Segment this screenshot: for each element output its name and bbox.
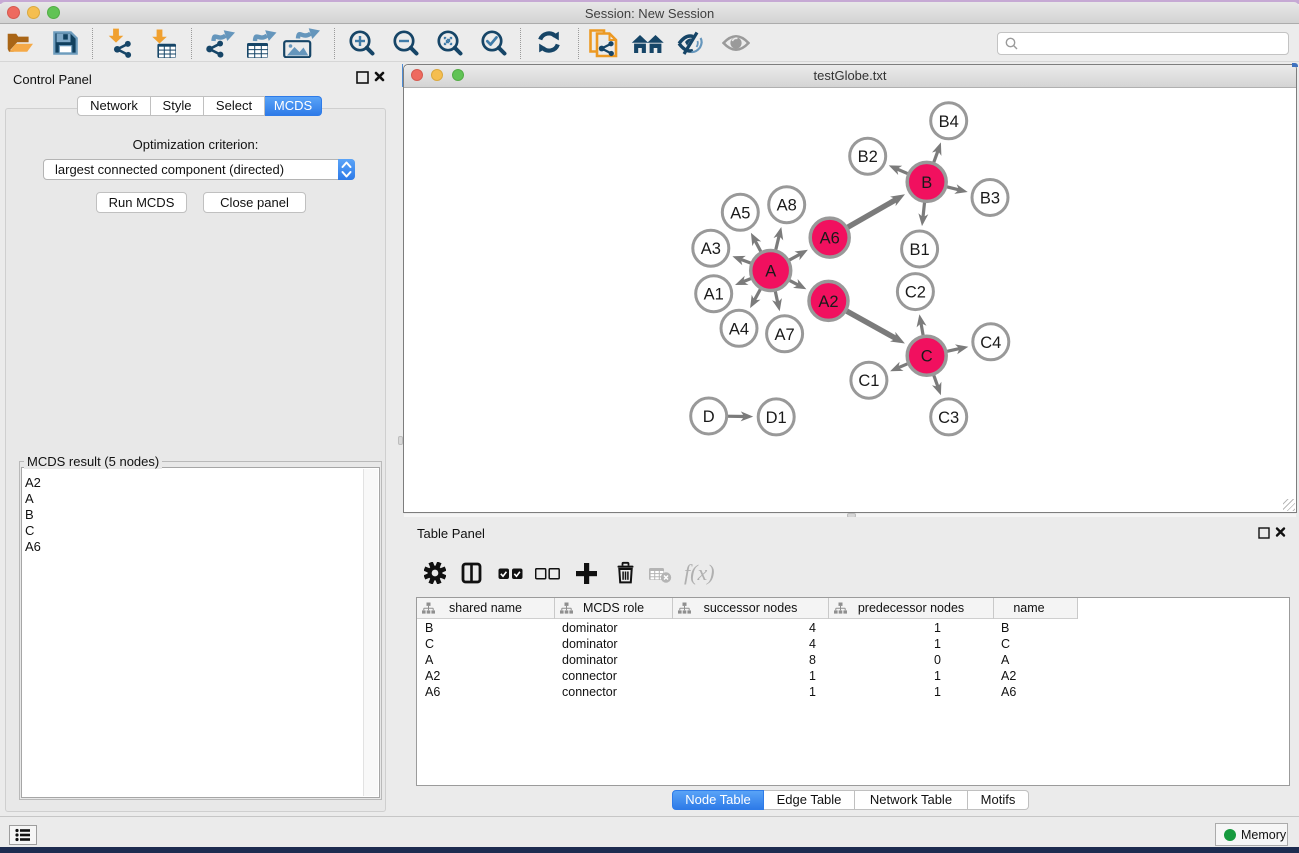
svg-text:B: B <box>921 174 932 192</box>
svg-text:A7: A7 <box>775 326 795 344</box>
svg-text:B1: B1 <box>910 241 930 259</box>
svg-text:A5: A5 <box>730 204 750 222</box>
svg-text:A3: A3 <box>701 240 721 258</box>
svg-text:A2: A2 <box>818 293 838 311</box>
svg-text:D: D <box>703 408 715 426</box>
svg-text:A4: A4 <box>729 320 749 338</box>
svg-text:D1: D1 <box>766 409 787 427</box>
svg-text:C3: C3 <box>938 409 959 427</box>
svg-text:A8: A8 <box>777 197 797 215</box>
svg-text:C: C <box>921 348 933 366</box>
svg-text:A6: A6 <box>820 230 840 248</box>
svg-text:C1: C1 <box>858 372 879 390</box>
svg-text:B3: B3 <box>980 190 1000 208</box>
svg-text:B2: B2 <box>858 148 878 166</box>
svg-text:A1: A1 <box>704 286 724 304</box>
svg-text:C4: C4 <box>980 334 1001 352</box>
svg-text:A: A <box>765 263 776 281</box>
svg-text:B4: B4 <box>939 113 959 131</box>
svg-text:C2: C2 <box>905 284 926 302</box>
